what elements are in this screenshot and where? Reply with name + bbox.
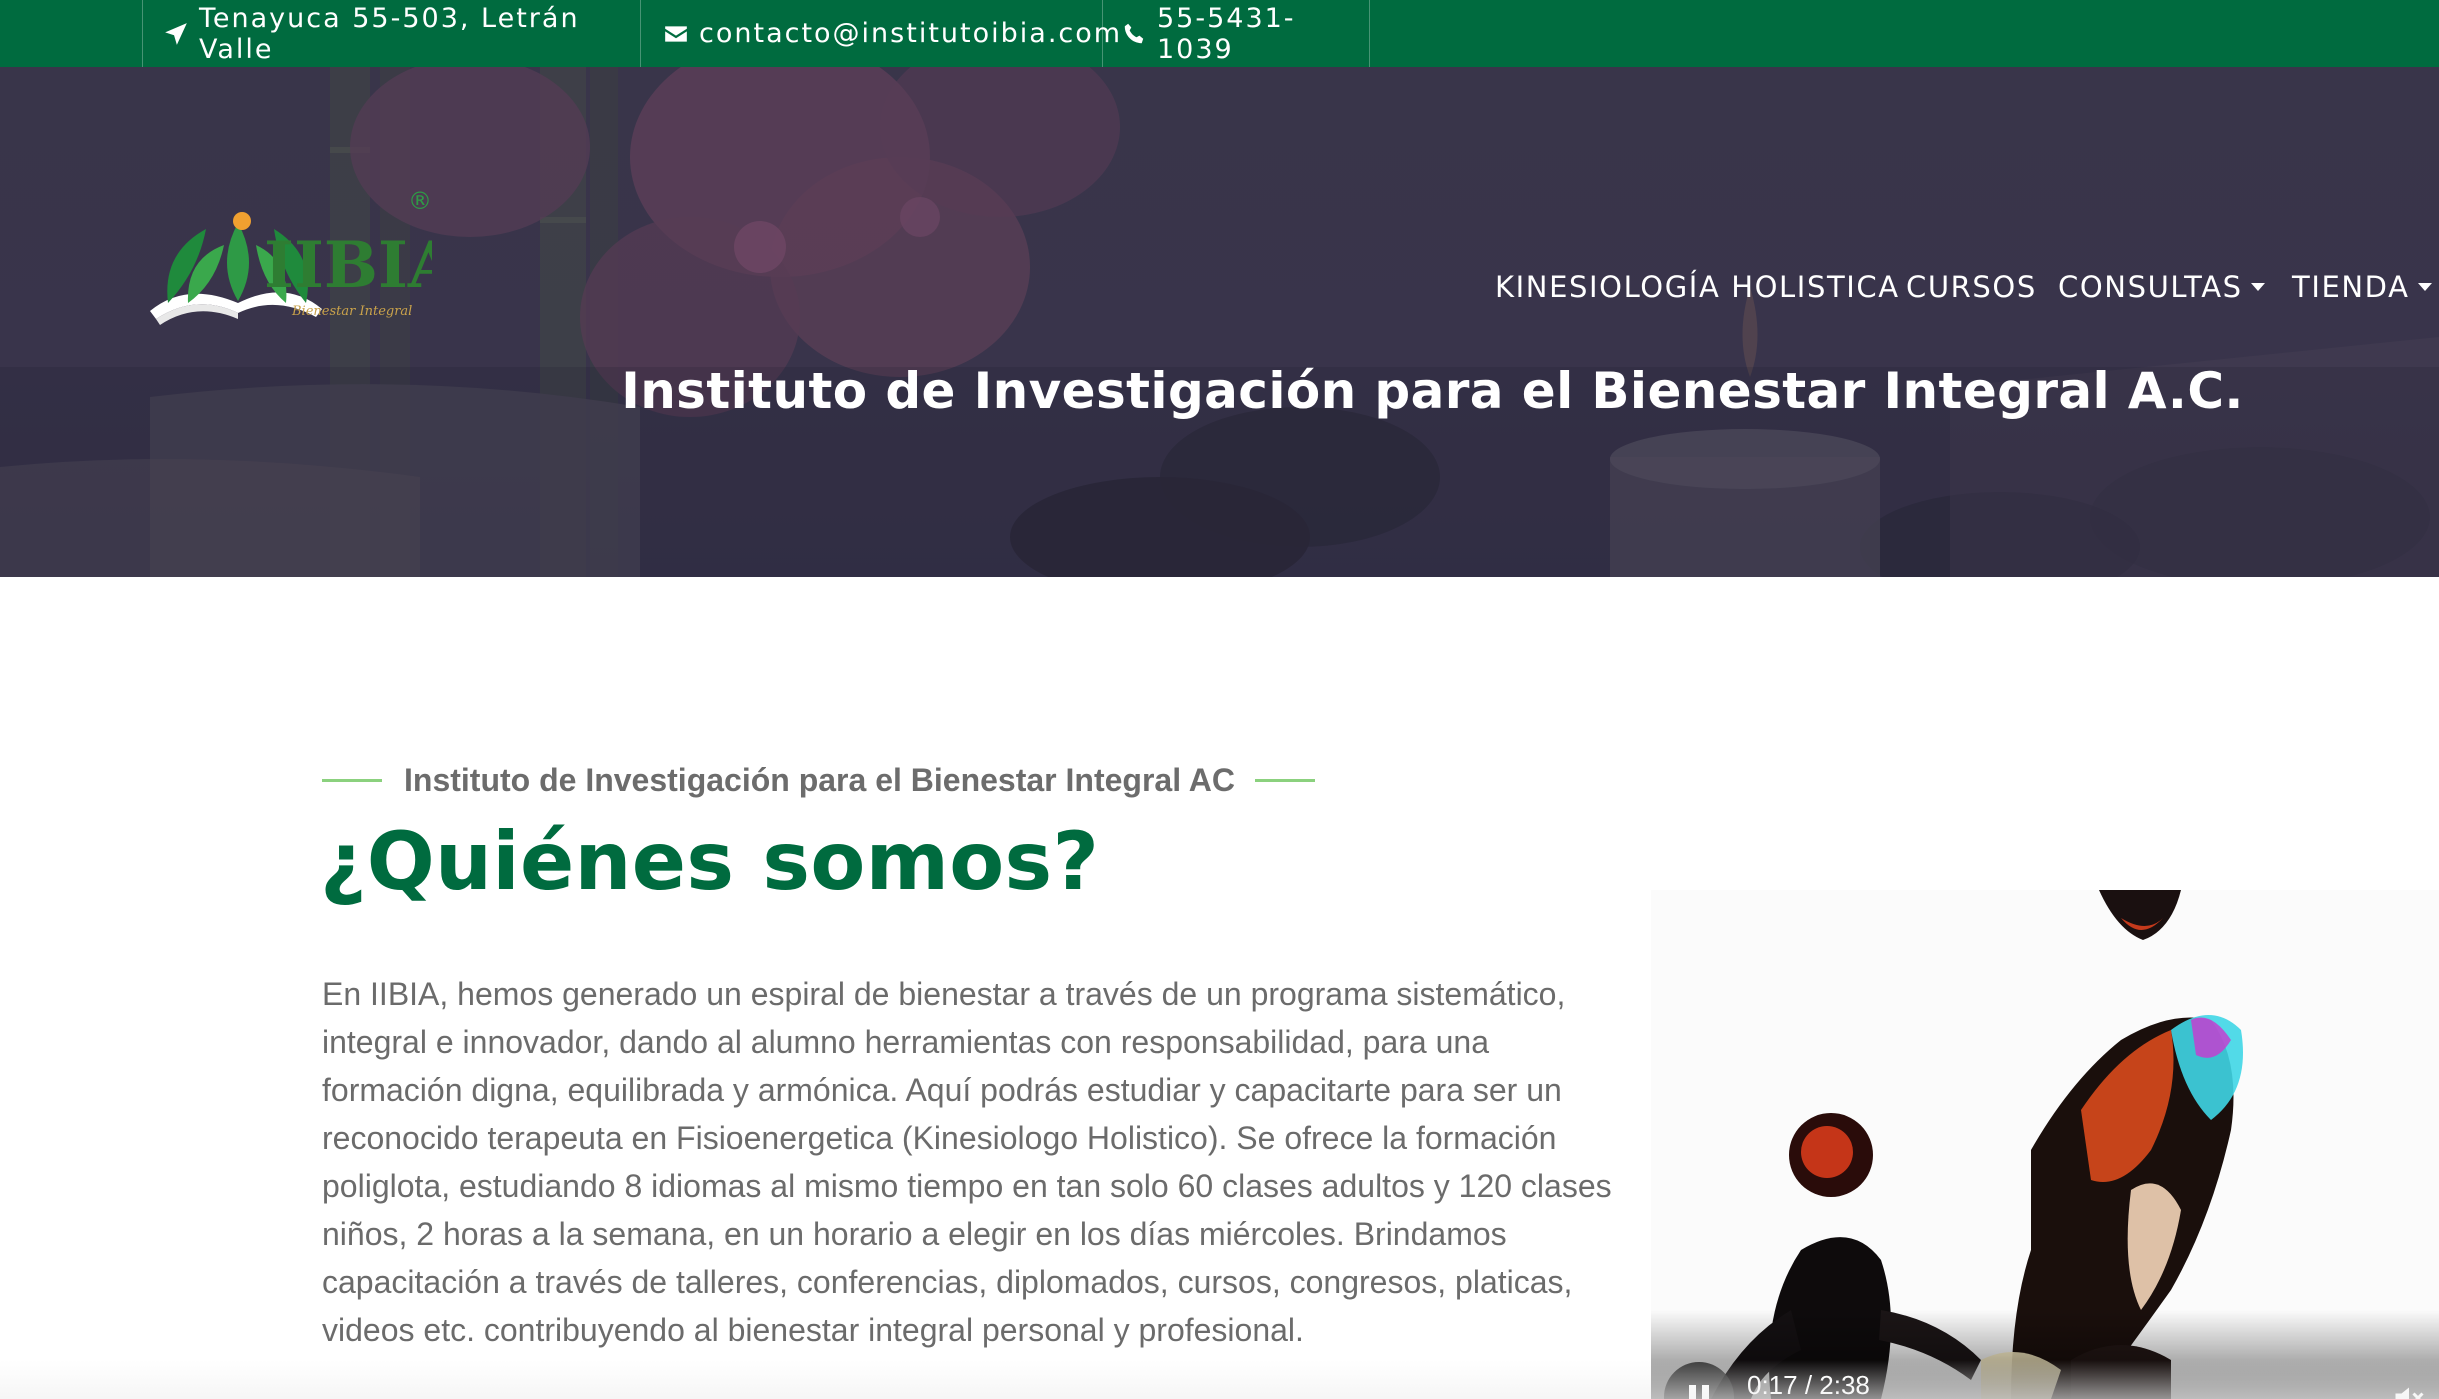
nav-slot-consultas: CONSULTAS <box>2058 267 2265 307</box>
nav-label: CURSOS <box>1906 270 2037 304</box>
address-text: Tenayuca 55-503, Letrán Valle <box>199 2 580 65</box>
video-time-readout: 0:17 / 2:38 <box>1747 1370 1870 1399</box>
section-title: ¿Quiénes somos? <box>320 815 1100 908</box>
video-player[interactable]: 0:17 / 2:38 <box>1651 890 2439 1399</box>
nav-label: KINESIOLOGÍA HOLISTICA <box>1495 270 1900 304</box>
nav-slot-cursos: CURSOS <box>1906 267 2037 307</box>
pause-icon <box>1689 1385 1696 1399</box>
phone-icon <box>1124 23 1144 43</box>
phone-item[interactable]: 55-5431-1039 <box>1102 0 1370 67</box>
phone-text: 55-5431-1039 <box>1157 2 1296 65</box>
eyebrow-line-right <box>1255 778 1315 782</box>
top-contact-bar: Tenayuca 55-503, Letrán Valle contacto@i… <box>0 0 2439 67</box>
svg-text:Bienestar Integral: Bienestar Integral <box>291 304 412 319</box>
nav-label: CONSULTAS <box>2058 270 2243 304</box>
muted-speaker-icon[interactable] <box>2391 1380 2427 1399</box>
nav-kinesiologia-holistica[interactable]: KINESIOLOGÍA HOLISTICA <box>1495 270 1900 304</box>
hero-banner: IIBIA ® Bienestar Integral KINESIOLOGÍA … <box>0 67 2439 577</box>
address-item[interactable]: Tenayuca 55-503, Letrán Valle <box>142 0 640 67</box>
hero-title: Instituto de Investigación para el Biene… <box>621 362 2244 420</box>
envelope-icon <box>665 25 687 42</box>
caret-down-icon <box>2250 283 2265 291</box>
email-item[interactable]: contacto@institutoibia.com <box>640 0 1120 67</box>
nav-cursos[interactable]: CURSOS <box>1906 270 2037 304</box>
eyebrow-line-left <box>322 778 382 782</box>
main-nav: KINESIOLOGÍA HOLISTICA <box>1495 267 1900 307</box>
nav-tienda-dropdown[interactable]: TIENDA <box>2292 270 2432 304</box>
location-arrow-icon <box>165 22 187 45</box>
svg-text:®: ® <box>408 187 432 215</box>
nav-consultas-dropdown[interactable]: CONSULTAS <box>2058 270 2265 304</box>
caret-down-icon <box>2417 283 2432 291</box>
about-paragraph: En IIBIA, hemos generado un espiral de b… <box>322 976 1612 1348</box>
pause-icon <box>1702 1385 1709 1399</box>
email-text: contacto@institutoibia.com <box>699 18 1123 49</box>
svg-text:IIBIA: IIBIA <box>264 228 432 303</box>
nav-label: TIENDA <box>2292 270 2410 304</box>
section-eyebrow: Instituto de Investigación para el Biene… <box>322 760 1315 800</box>
nav-slot-tienda: TIENDA <box>2292 267 2432 307</box>
iibia-logo[interactable]: IIBIA ® Bienestar Integral <box>146 163 459 333</box>
eyebrow-text: Instituto de Investigación para el Biene… <box>404 761 1235 798</box>
